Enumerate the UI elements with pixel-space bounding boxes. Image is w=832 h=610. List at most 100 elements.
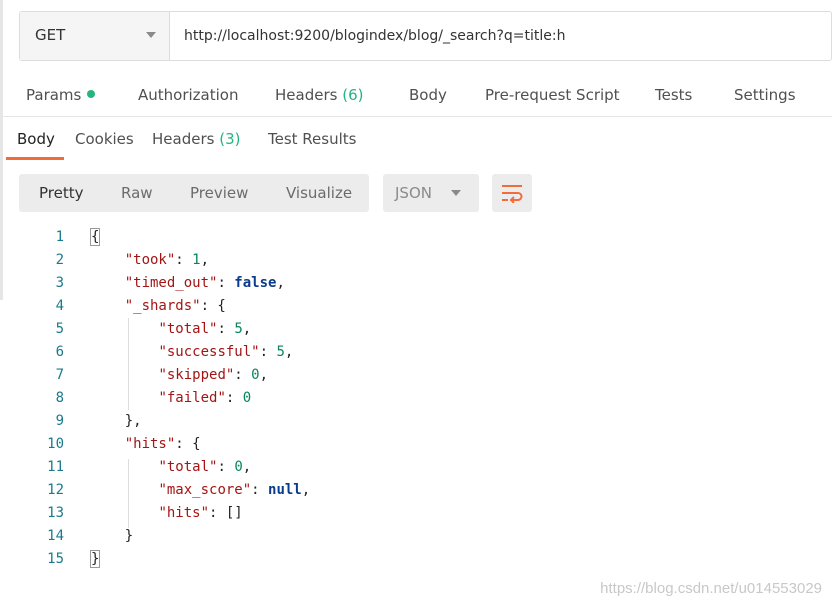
code-text: "hits": {: [124, 436, 201, 452]
line-number: 11: [47, 459, 64, 475]
json-key: "total": [158, 459, 218, 475]
code-text: "took": 1,: [124, 252, 210, 268]
code-text: "max_score": null,: [158, 482, 311, 498]
code-line: 14 }: [0, 525, 832, 548]
code-line: 12 "max_score": null,: [0, 479, 832, 502]
json-key: "max_score": [158, 482, 252, 498]
code-text: "total": 0,: [158, 459, 252, 475]
code-text: }: [89, 548, 101, 571]
code-text: "hits": []: [158, 505, 243, 521]
line-number: 7: [55, 367, 64, 383]
tab-response-headers-label: Headers: [152, 130, 215, 148]
line-number: 1: [55, 229, 64, 245]
code-line: 11 "total": 0,: [0, 456, 832, 479]
tab-body[interactable]: Body: [409, 86, 447, 104]
code-line: 6 "successful": 5,: [0, 341, 832, 364]
json-value: 0: [242, 390, 252, 406]
code-line: 4 "_shards": {: [0, 295, 832, 318]
code-line: 10 "hits": {: [0, 433, 832, 456]
request-bar: GET: [19, 11, 832, 61]
request-tabs: Params Authorization Headers (6) Body Pr…: [0, 78, 832, 117]
brace-close: }: [89, 550, 101, 568]
tab-body-label: Body: [409, 86, 447, 104]
tab-headers-label: Headers: [275, 86, 338, 104]
wrap-lines-button[interactable]: [492, 174, 532, 212]
tab-authorization-label: Authorization: [138, 86, 239, 104]
json-key: "took": [124, 252, 176, 268]
json-key: "hits": [158, 505, 210, 521]
json-key: "hits": [124, 436, 176, 452]
json-key: "skipped": [158, 367, 235, 383]
chevron-down-icon: [146, 32, 156, 38]
code-line: 3 "timed_out": false,: [0, 272, 832, 295]
json-key: "failed": [158, 390, 226, 406]
tab-response-body[interactable]: Body: [17, 130, 55, 148]
code-line: 5 "total": 5,: [0, 318, 832, 341]
code-text: "total": 5,: [158, 321, 252, 337]
code-line: 9 },: [0, 410, 832, 433]
view-raw-button[interactable]: Raw: [121, 184, 153, 202]
line-number: 5: [55, 321, 64, 337]
line-number: 10: [47, 436, 64, 452]
json-value: 0: [251, 367, 260, 383]
view-visualize-button[interactable]: Visualize: [286, 184, 352, 202]
code-text: {: [89, 226, 101, 249]
headers-count: (6): [342, 86, 364, 104]
tab-params[interactable]: Params: [26, 86, 96, 104]
code-line: 7 "skipped": 0,: [0, 364, 832, 387]
tab-response-body-label: Body: [17, 130, 55, 148]
tab-authorization[interactable]: Authorization: [138, 86, 238, 104]
method-label: GET: [35, 26, 66, 44]
tab-test-results-label: Test Results: [268, 130, 357, 148]
view-pretty-button[interactable]: Pretty: [39, 184, 84, 202]
view-preview-button[interactable]: Preview: [190, 184, 248, 202]
code-text: "_shards": {: [124, 298, 226, 314]
tab-test-results[interactable]: Test Results: [268, 130, 356, 148]
json-key: "timed_out": [124, 275, 218, 291]
tab-headers[interactable]: Headers (6): [275, 86, 363, 104]
wrap-lines-icon: [502, 185, 523, 203]
watermark: https://blog.csdn.net/u014553029: [600, 580, 822, 597]
code-text: "skipped": 0,: [158, 367, 269, 383]
code-text: "timed_out": false,: [124, 275, 285, 291]
code-text: "failed": 0: [158, 390, 252, 406]
code-line: 8 "failed": 0: [0, 387, 832, 410]
format-select[interactable]: JSON: [383, 174, 479, 212]
line-number: 12: [47, 482, 64, 498]
tab-tests-label: Tests: [655, 86, 693, 104]
url-input[interactable]: [170, 12, 830, 60]
json-value: 5: [276, 344, 285, 360]
brace-open: {: [89, 228, 101, 246]
code-text: },: [91, 413, 142, 429]
view-mode-group: Pretty Raw Preview Visualize: [19, 174, 369, 212]
tab-response-cookies[interactable]: Cookies: [75, 130, 134, 148]
line-number: 2: [55, 252, 64, 268]
tab-settings[interactable]: Settings: [734, 86, 796, 104]
json-value: []: [225, 505, 243, 521]
json-value: false: [234, 275, 277, 291]
code-line: 15 }: [0, 548, 832, 571]
response-tabs: Body Cookies Headers (3) Test Results: [0, 124, 832, 160]
line-number: 4: [55, 298, 64, 314]
active-tab-underline: [6, 157, 64, 160]
params-status-dot: [87, 90, 96, 98]
code-line: 13 "hits": []: [0, 502, 832, 525]
method-select[interactable]: GET: [20, 12, 170, 60]
tab-response-headers[interactable]: Headers (3): [152, 130, 240, 148]
line-number: 8: [55, 390, 64, 406]
json-value: 0: [234, 459, 243, 475]
line-number: 15: [47, 551, 64, 567]
tab-prerequest-script[interactable]: Pre-request Script: [485, 86, 620, 104]
tab-params-label: Params: [26, 86, 82, 104]
line-number: 3: [55, 275, 64, 291]
line-number: 6: [55, 344, 64, 360]
json-key: "successful": [158, 344, 260, 360]
line-number: 13: [47, 505, 64, 521]
tab-response-cookies-label: Cookies: [75, 130, 134, 148]
code-line: 1 {: [0, 226, 832, 249]
json-value: 1: [192, 252, 201, 268]
tab-tests[interactable]: Tests: [655, 86, 692, 104]
format-label: JSON: [395, 184, 432, 202]
tab-settings-label: Settings: [734, 86, 796, 104]
code-text: "successful": 5,: [158, 344, 294, 360]
